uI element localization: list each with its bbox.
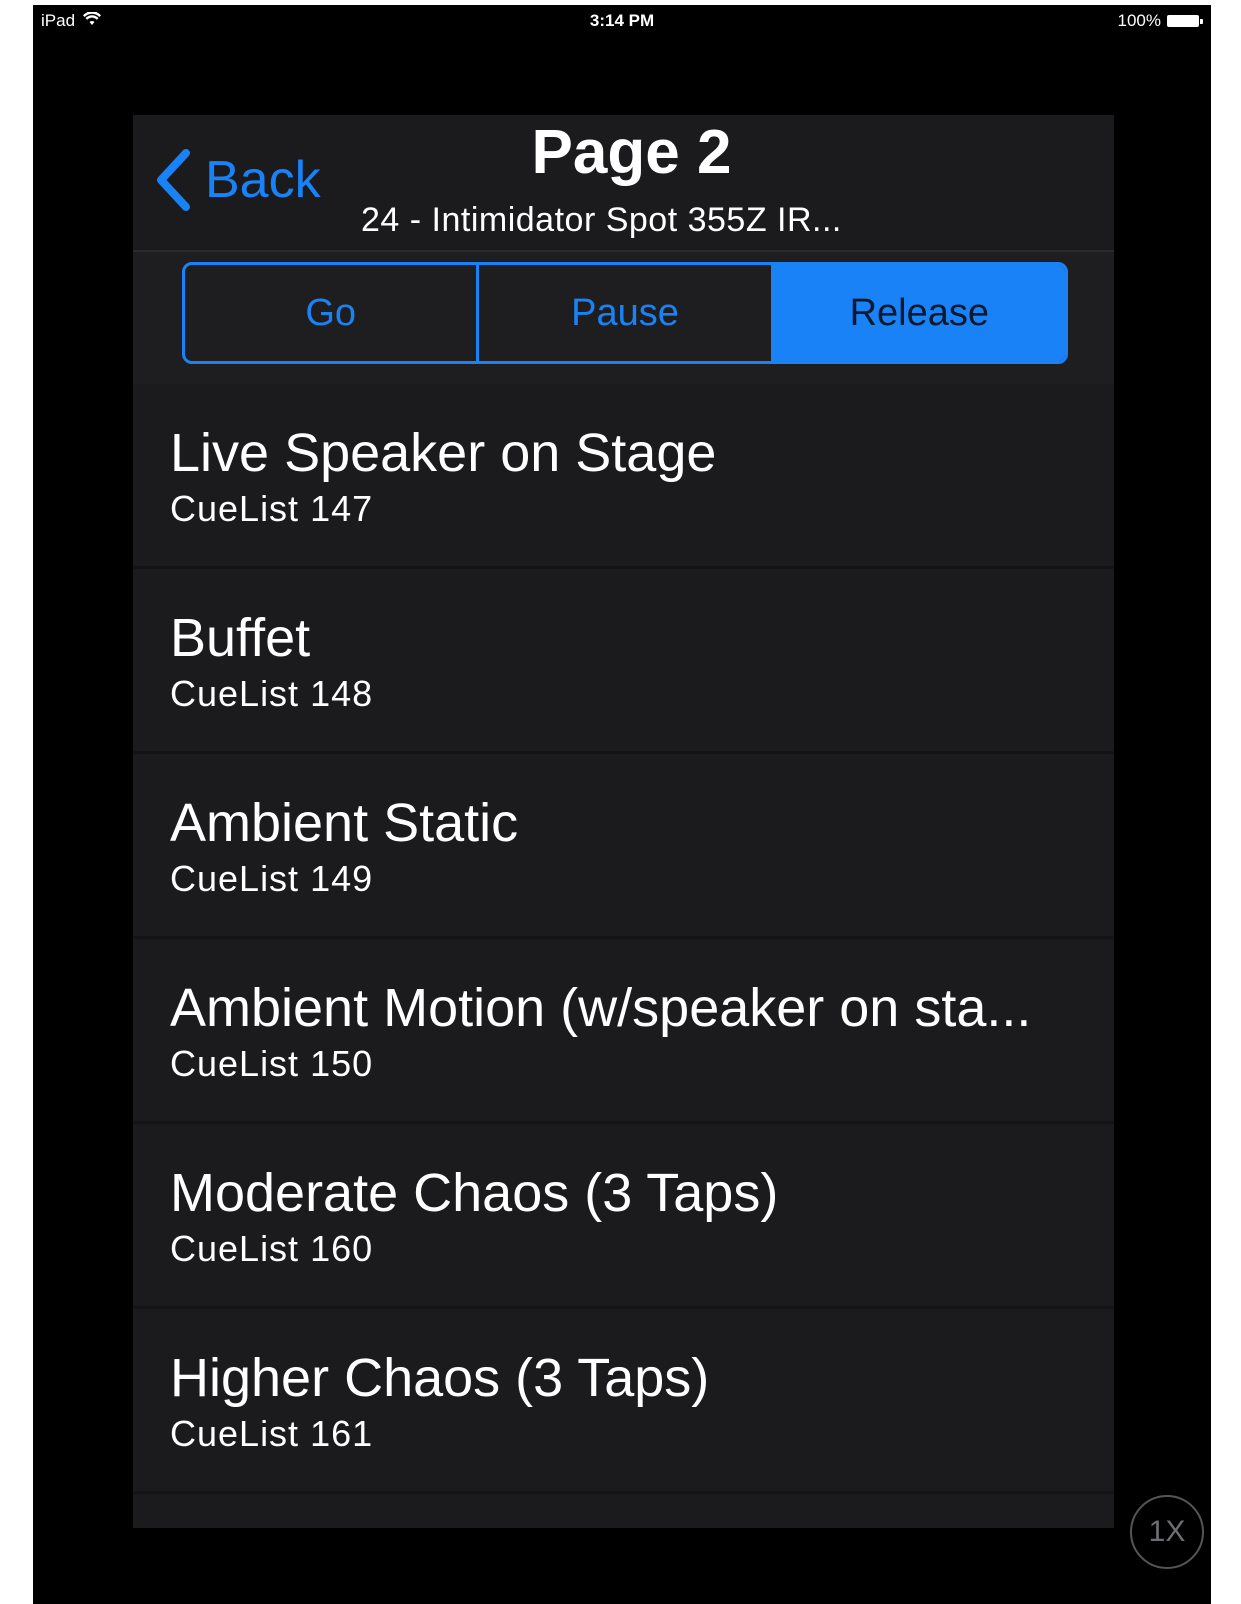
list-item[interactable]: Live Speaker on Stage CueList 147 — [133, 384, 1114, 569]
cuelist-number: CueList 149 — [170, 858, 374, 899]
speed-multiplier-button[interactable]: 1X — [1130, 1495, 1204, 1569]
device-screen: iPad 3:14 PM 100% Back Page 2 24 - Intim… — [33, 5, 1211, 1604]
cuelist-name: Buffet — [170, 608, 311, 668]
cuelist-name: Live Speaker on Stage — [170, 423, 717, 483]
list-item[interactable]: Moderate Chaos (3 Taps) CueList 160 — [133, 1124, 1114, 1309]
battery-percent: 100% — [1117, 11, 1161, 30]
status-right: 100% — [1117, 11, 1203, 31]
page-subtitle: 24 - Intimidator Spot 355Z IR... — [361, 201, 842, 239]
cuelist-name: Ambient Motion (w/speaker on sta... — [170, 978, 1032, 1038]
playback-controls: Go Pause Release — [133, 252, 1114, 384]
cuelist-name: Ambient Static — [170, 793, 519, 853]
release-button[interactable]: Release — [770, 265, 1065, 361]
cuelist-number: CueList 160 — [170, 1228, 374, 1269]
pause-button[interactable]: Pause — [476, 265, 770, 361]
list-item[interactable]: Ambient Static CueList 149 — [133, 754, 1114, 939]
list-item[interactable]: Ambient Motion (w/speaker on sta... CueL… — [133, 939, 1114, 1124]
cuelist-list: Live Speaker on Stage CueList 147 Buffet… — [133, 384, 1114, 1494]
cuelist-name: Higher Chaos (3 Taps) — [170, 1348, 710, 1408]
list-item[interactable]: Buffet CueList 148 — [133, 569, 1114, 754]
cuelist-panel: Back Page 2 24 - Intimidator Spot 355Z I… — [133, 115, 1114, 1528]
cuelist-number: CueList 147 — [170, 488, 374, 529]
cuelist-name: Moderate Chaos (3 Taps) — [170, 1163, 779, 1223]
cuelist-number: CueList 161 — [170, 1413, 374, 1454]
cuelist-number: CueList 148 — [170, 673, 374, 714]
page-title: Page 2 — [531, 118, 732, 187]
battery-icon — [1167, 15, 1203, 27]
navigation-bar: Back Page 2 24 - Intimidator Spot 355Z I… — [133, 115, 1114, 252]
segmented-control: Go Pause Release — [182, 262, 1068, 364]
status-bar: iPad 3:14 PM 100% — [33, 5, 1211, 39]
status-time: 3:14 PM — [589, 11, 655, 30]
cuelist-number: CueList 150 — [170, 1043, 374, 1084]
list-item[interactable]: Higher Chaos (3 Taps) CueList 161 — [133, 1309, 1114, 1494]
go-button[interactable]: Go — [185, 265, 476, 361]
